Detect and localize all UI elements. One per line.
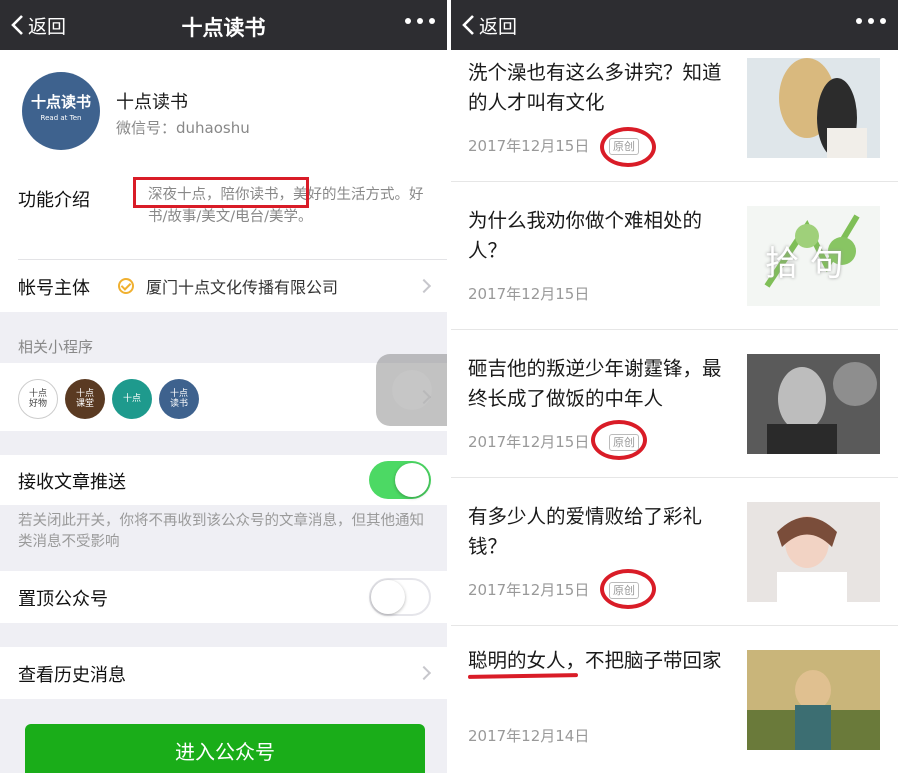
history-label: 查看历史消息 xyxy=(18,665,126,686)
owner-row[interactable]: 帐号主体 厦门十点文化传播有限公司 xyxy=(0,260,447,312)
article-date: 2017年12月15日 xyxy=(468,137,590,155)
chevron-right-icon xyxy=(416,278,432,294)
annotation-circle xyxy=(591,420,647,460)
mini-program-icon[interactable]: 十点读书 xyxy=(159,379,199,419)
article-title: 有多少人的爱情败给了彩礼钱？ xyxy=(468,505,703,558)
annotation-circle xyxy=(600,127,656,167)
annotation-circle xyxy=(600,569,656,609)
article-thumbnail xyxy=(747,58,880,158)
more-icon[interactable] xyxy=(856,18,886,24)
article-thumbnail xyxy=(747,650,880,750)
article-title: 砸吉他的叛逆少年谢霆锋，最终长成了做饭的中年人 xyxy=(468,357,722,410)
article-date: 2017年12月15日 xyxy=(468,581,590,599)
mini-program-icon[interactable]: 十点 xyxy=(112,379,152,419)
back-button[interactable]: 返回 xyxy=(461,10,517,40)
article-date: 2017年12月15日 xyxy=(468,285,590,303)
profile-header: 十点读书 Read at Ten 十点读书 微信号：duhaoshu xyxy=(0,50,447,170)
article-title: 洗个澡也有这么多讲究？知道的人才叫有文化 xyxy=(468,61,722,114)
nav-bar: 返回 十点读书 xyxy=(0,0,447,50)
info-section: 功能介绍 深夜十点，陪你读书，美好的生活方式。好书/故事/美文/电台/美学。 帐… xyxy=(0,170,447,312)
back-label: 返回 xyxy=(479,15,518,38)
owner-name: 厦门十点文化传播有限公司 xyxy=(146,278,339,297)
floating-assistive-ball[interactable] xyxy=(376,354,447,426)
pin-top-row: 置顶公众号 xyxy=(0,571,447,623)
article-title: 为什么我劝你做个难相处的人？ xyxy=(468,209,703,262)
receive-push-label: 接收文章推送 xyxy=(18,472,126,493)
mini-program-icon[interactable]: 十点好物 xyxy=(18,379,58,419)
article-list-screen: 返回 洗个澡也有这么多讲究？知道的人才叫有文化 2017年12月15日 原创 为… xyxy=(451,0,898,773)
intro-label: 功能介绍 xyxy=(18,190,90,211)
mini-program-icon[interactable]: 十点课堂 xyxy=(65,379,105,419)
receive-push-toggle[interactable] xyxy=(369,461,431,499)
annotation-box xyxy=(133,177,309,208)
mini-programs-header: 相关小程序 xyxy=(18,338,94,356)
article-date: 2017年12月14日 xyxy=(468,727,590,745)
verified-icon xyxy=(118,278,134,294)
article-thumbnail: 拾 句 xyxy=(747,206,880,306)
chevron-right-icon xyxy=(416,665,432,681)
logo-subtext: Read at Ten xyxy=(40,114,82,122)
article-item[interactable]: 有多少人的爱情败给了彩礼钱？ 2017年12月15日 原创 xyxy=(451,502,898,626)
page-title: 十点读书 xyxy=(181,16,266,40)
account-name: 十点读书 xyxy=(116,92,188,113)
article-title: 聪明的女人，不把脑子带回家 xyxy=(468,649,722,672)
article-thumbnail xyxy=(747,354,880,454)
chevron-left-icon xyxy=(462,15,474,35)
thumbnail-overlay-text: 拾 句 xyxy=(765,244,844,284)
more-icon[interactable] xyxy=(405,18,435,24)
article-date: 2017年12月15日 xyxy=(468,433,590,451)
logo-text: 十点读书 xyxy=(30,93,91,111)
pin-top-label: 置顶公众号 xyxy=(18,589,108,610)
owner-label: 帐号主体 xyxy=(18,278,90,299)
pin-top-toggle[interactable] xyxy=(369,578,431,616)
wechat-id: 微信号：duhaoshu xyxy=(116,119,250,137)
account-profile-screen: 返回 十点读书 十点读书 Read at Ten 十点读书 微信号：duhaos… xyxy=(0,0,447,773)
article-item[interactable]: 洗个澡也有这么多讲究？知道的人才叫有文化 2017年12月15日 原创 xyxy=(451,58,898,182)
nav-bar: 返回 xyxy=(451,0,898,50)
history-row[interactable]: 查看历史消息 xyxy=(0,647,447,699)
enter-account-button[interactable]: 进入公众号 xyxy=(25,724,425,773)
article-item[interactable]: 为什么我劝你做个难相处的人？ 2017年12月15日 拾 句 xyxy=(451,206,898,330)
receive-push-row: 接收文章推送 xyxy=(0,455,447,505)
article-item[interactable]: 聪明的女人，不把脑子带回家 2017年12月14日 xyxy=(451,646,898,773)
account-avatar: 十点读书 Read at Ten xyxy=(22,72,100,150)
article-item[interactable]: 砸吉他的叛逆少年谢霆锋，最终长成了做饭的中年人 2017年12月15日 原创 xyxy=(451,354,898,478)
article-thumbnail xyxy=(747,502,880,602)
push-tip: 若关闭此开关，你将不再收到该公众号的文章消息，但其他通知类消息不受影响 xyxy=(18,513,424,550)
